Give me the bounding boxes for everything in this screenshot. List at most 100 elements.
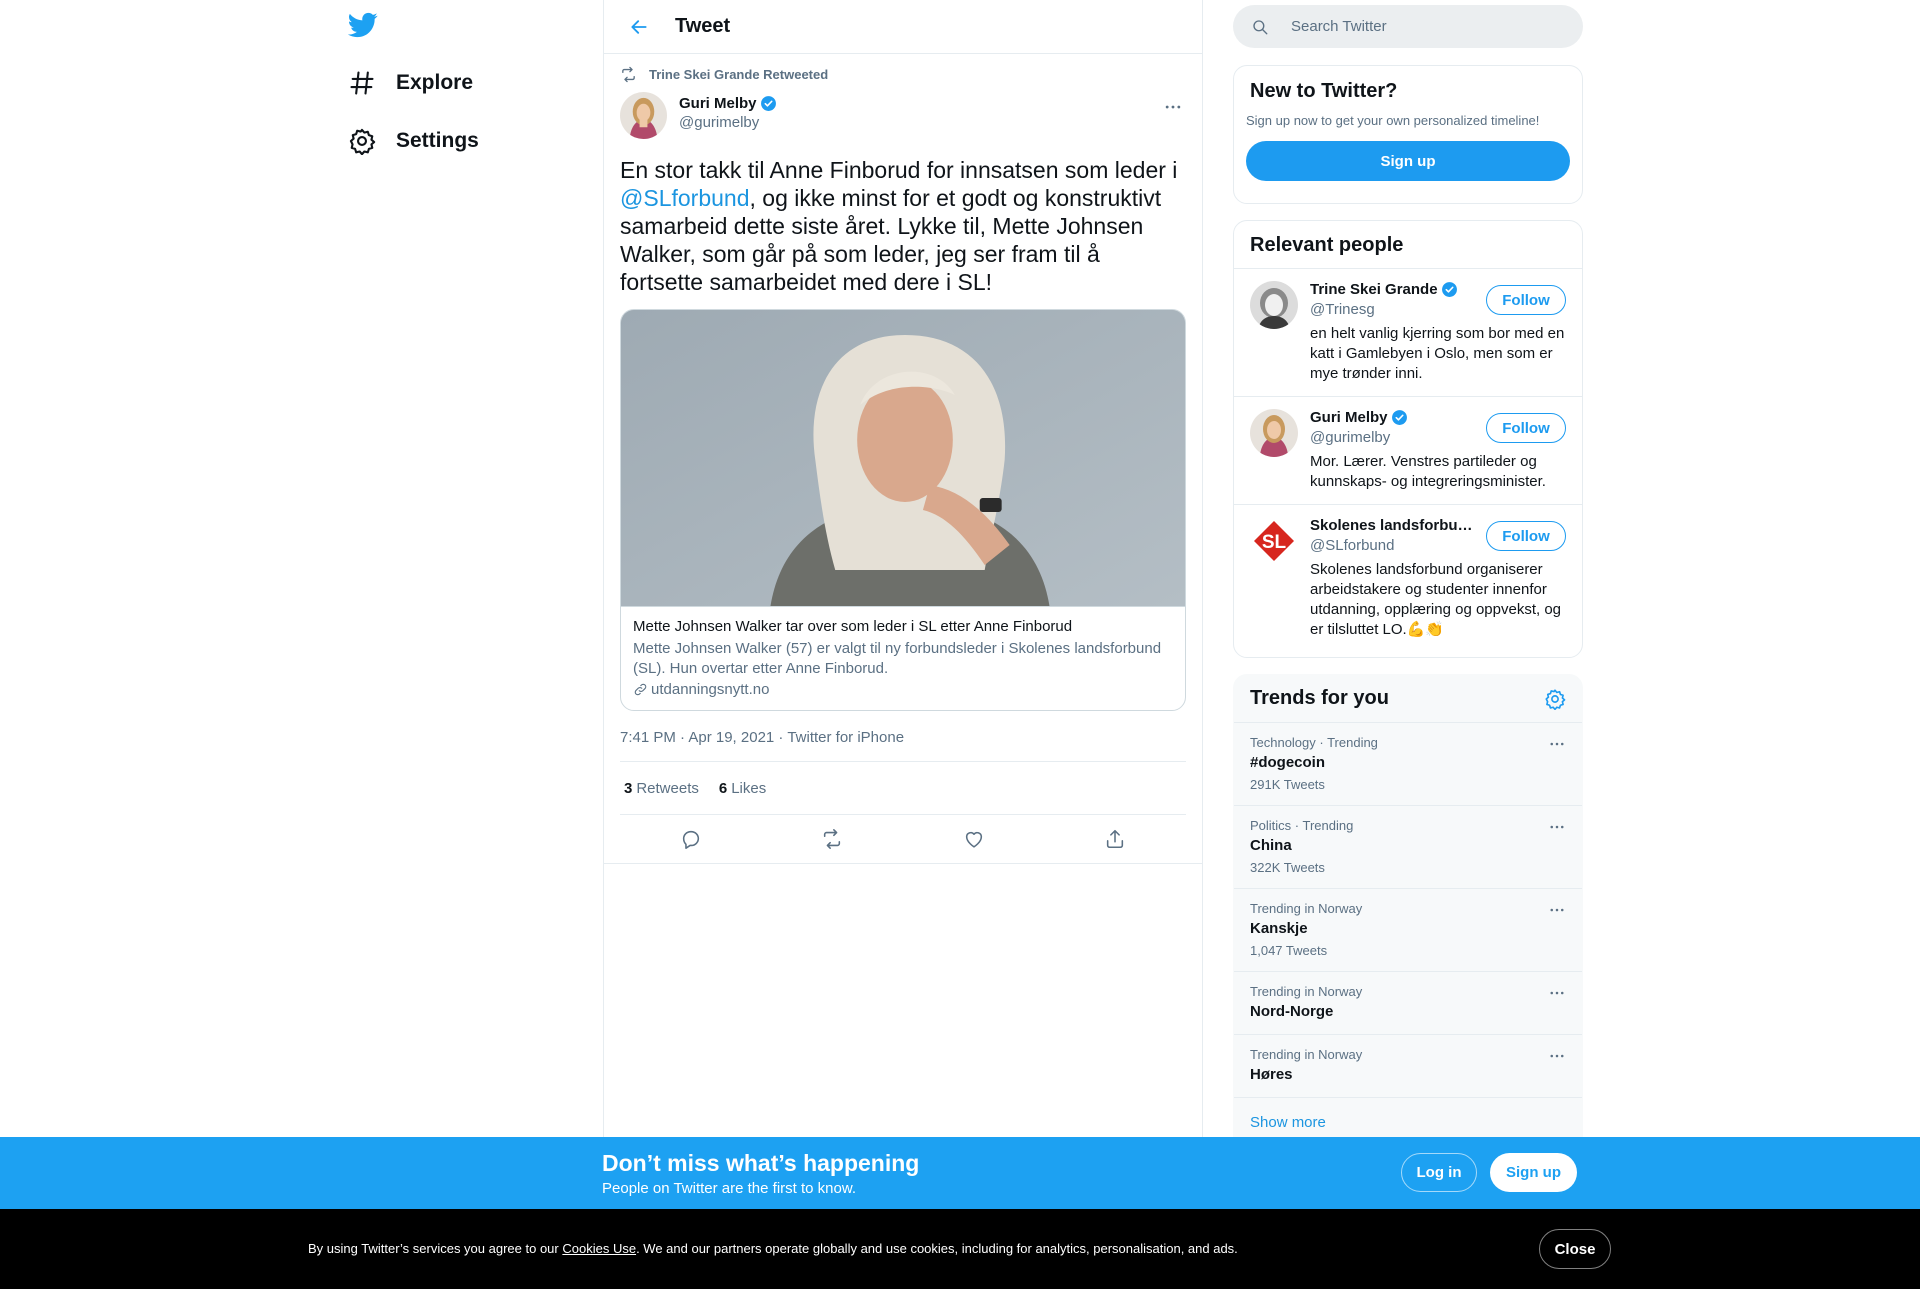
trend-item[interactable]: Trending in Norway Høres (1234, 1035, 1582, 1098)
cookie-text: By using Twitter’s services you agree to… (308, 1241, 1238, 1256)
like-icon[interactable] (963, 828, 985, 850)
page: Explore Settings Tweet Trine Skei Grande… (0, 0, 1920, 1289)
trend-name: #dogecoin (1250, 754, 1326, 771)
search-bar[interactable] (1233, 5, 1583, 48)
trend-count: 322K Tweets (1250, 860, 1325, 875)
search-input[interactable] (1291, 18, 1561, 35)
follow-button[interactable]: Follow (1486, 285, 1566, 315)
close-button[interactable]: Close (1539, 1229, 1611, 1269)
person-bio: en helt vanlig kjerring som bor med en k… (1310, 325, 1565, 382)
retweets-stat[interactable]: 3 Retweets (624, 780, 699, 797)
login-button[interactable]: Log in (1401, 1153, 1477, 1192)
more-options-icon[interactable] (1546, 982, 1568, 1004)
banner-signup-button[interactable]: Sign up (1490, 1153, 1577, 1192)
trends-header: Trends for you (1234, 675, 1582, 723)
page-title: Tweet (675, 15, 731, 37)
trend-context: Politics · Trending (1250, 818, 1354, 833)
tweet-stats: 3 Retweets 6 Likes (620, 762, 1186, 815)
avatar[interactable] (1250, 409, 1298, 457)
verified-badge-icon (760, 96, 776, 111)
likes-stat[interactable]: 6 Likes (719, 780, 766, 797)
card-description: Mette Johnsen Walker (57) er valgt til n… (633, 640, 1162, 677)
retweets-label: Retweets (636, 779, 699, 797)
more-options-icon[interactable] (1546, 899, 1568, 921)
retweeted-by-label: Trine Skei Grande Retweeted (649, 66, 829, 82)
more-options-icon[interactable] (1546, 816, 1568, 838)
more-options-icon[interactable] (1546, 733, 1568, 755)
verified-badge-icon (1441, 282, 1457, 297)
back-arrow-icon[interactable] (621, 9, 657, 45)
avatar[interactable]: SL (1250, 517, 1298, 565)
person-name: Skolenes landsforbu… (1310, 517, 1482, 534)
link-card[interactable]: Mette Johnsen Walker tar over som leder … (620, 309, 1186, 711)
card-domain-text: utdanningsnytt.no (651, 681, 770, 698)
trend-context: Trending in Norway (1250, 901, 1363, 916)
card-domain: utdanningsnytt.no (633, 681, 1173, 698)
trends-title: Trends for you (1250, 687, 1389, 709)
nav-explore[interactable]: Explore (348, 59, 473, 107)
trend-item[interactable]: Trending in Norway Nord-Norge (1234, 972, 1582, 1035)
person-name: Guri Melby (1310, 409, 1482, 426)
trend-name: China (1250, 837, 1292, 854)
author-name[interactable]: Guri Melby (679, 95, 777, 112)
nav-settings[interactable]: Settings (348, 117, 479, 165)
likes-count: 6 (718, 779, 728, 797)
new-to-twitter-title: New to Twitter? (1250, 80, 1398, 102)
new-to-twitter-box: New to Twitter? Sign up now to get your … (1233, 65, 1583, 204)
trend-count: 291K Tweets (1250, 777, 1325, 792)
mention-link[interactable]: @SLforbund (620, 185, 750, 211)
sidebar-signup-button[interactable]: Sign up (1246, 141, 1570, 181)
svg-text:SL: SL (1262, 532, 1287, 553)
trend-count: 1,047 Tweets (1250, 943, 1328, 958)
follow-button[interactable]: Follow (1486, 413, 1566, 443)
relevant-people-box: Relevant people Trine Skei Grande @Trine… (1233, 220, 1583, 658)
nav-explore-label: Explore (396, 71, 474, 94)
likes-label: Likes (731, 779, 767, 797)
person-bio: Mor. Lærer. Venstres partileder og kunns… (1310, 453, 1546, 490)
more-options-icon[interactable] (1160, 94, 1186, 120)
tweet: Trine Skei Grande Retweeted Guri Melby @… (604, 54, 1202, 864)
link-icon (634, 683, 647, 696)
trend-item[interactable]: Trending in Norway Kanskje 1,047 Tweets (1234, 889, 1582, 972)
share-icon[interactable] (1104, 828, 1126, 850)
gear-icon (349, 128, 376, 155)
trend-item[interactable]: Technology · Trending #dogecoin 291K Twe… (1234, 723, 1582, 806)
trend-context: Trending in Norway (1250, 984, 1363, 999)
cookie-text-part-2: . We and our partners operate globally a… (636, 1241, 1238, 1256)
tweet-meta[interactable]: 7:41 PM · Apr 19, 2021 · Twitter for iPh… (620, 711, 1186, 762)
retweet-action-icon[interactable] (821, 828, 843, 850)
twitter-bird-icon[interactable] (347, 10, 380, 42)
banner-subtitle: People on Twitter are the first to know. (602, 1180, 857, 1197)
trend-item[interactable]: Politics · Trending China 322K Tweets (1234, 806, 1582, 889)
signup-banner: Don’t miss what’s happening People on Tw… (0, 1137, 1920, 1209)
gear-icon[interactable] (1544, 688, 1566, 710)
avatar[interactable] (620, 92, 667, 139)
retweets-count: 3 (624, 779, 633, 797)
retweeted-by[interactable]: Trine Skei Grande Retweeted (620, 54, 1186, 92)
author-handle[interactable]: @gurimelby (679, 114, 777, 131)
cookie-text-part-1: By using Twitter’s services you agree to… (308, 1241, 563, 1256)
trend-context: Technology · Trending (1250, 735, 1378, 750)
person-name-text: Guri Melby (1310, 409, 1388, 426)
tweet-actions (604, 815, 1202, 864)
follow-button[interactable]: Follow (1486, 521, 1566, 551)
tweet-author: Guri Melby @gurimelby (620, 92, 1186, 148)
tweet-text-part-1: En stor takk til Anne Finborud for innsa… (620, 157, 1178, 183)
avatar[interactable] (1250, 281, 1298, 329)
reply-icon[interactable] (680, 828, 702, 850)
person-card[interactable]: SL Skolenes landsforbu… @SLforbund Skole… (1234, 505, 1582, 652)
cookie-bar: By using Twitter’s services you agree to… (0, 1209, 1920, 1289)
tweet-header: Tweet (604, 0, 1202, 54)
person-card[interactable]: Guri Melby @gurimelby Mor. Lærer. Venstr… (1234, 397, 1582, 505)
tweet-column: Tweet Trine Skei Grande Retweeted Guri M… (603, 0, 1203, 1289)
search-icon (1253, 19, 1268, 34)
person-card[interactable]: Trine Skei Grande @Trinesg en helt vanli… (1234, 269, 1582, 397)
cookies-use-link[interactable]: Cookies Use (562, 1241, 636, 1256)
tweet-text: En stor takk til Anne Finborud for innsa… (620, 156, 1186, 296)
hashtag-icon (350, 71, 374, 95)
nav-settings-label: Settings (396, 129, 479, 152)
person-bio: Skolenes landsforbund organiserer arbeid… (1310, 561, 1562, 638)
person-name: Trine Skei Grande (1310, 281, 1482, 298)
more-options-icon[interactable] (1546, 1045, 1568, 1067)
verified-badge-icon (1391, 410, 1407, 425)
